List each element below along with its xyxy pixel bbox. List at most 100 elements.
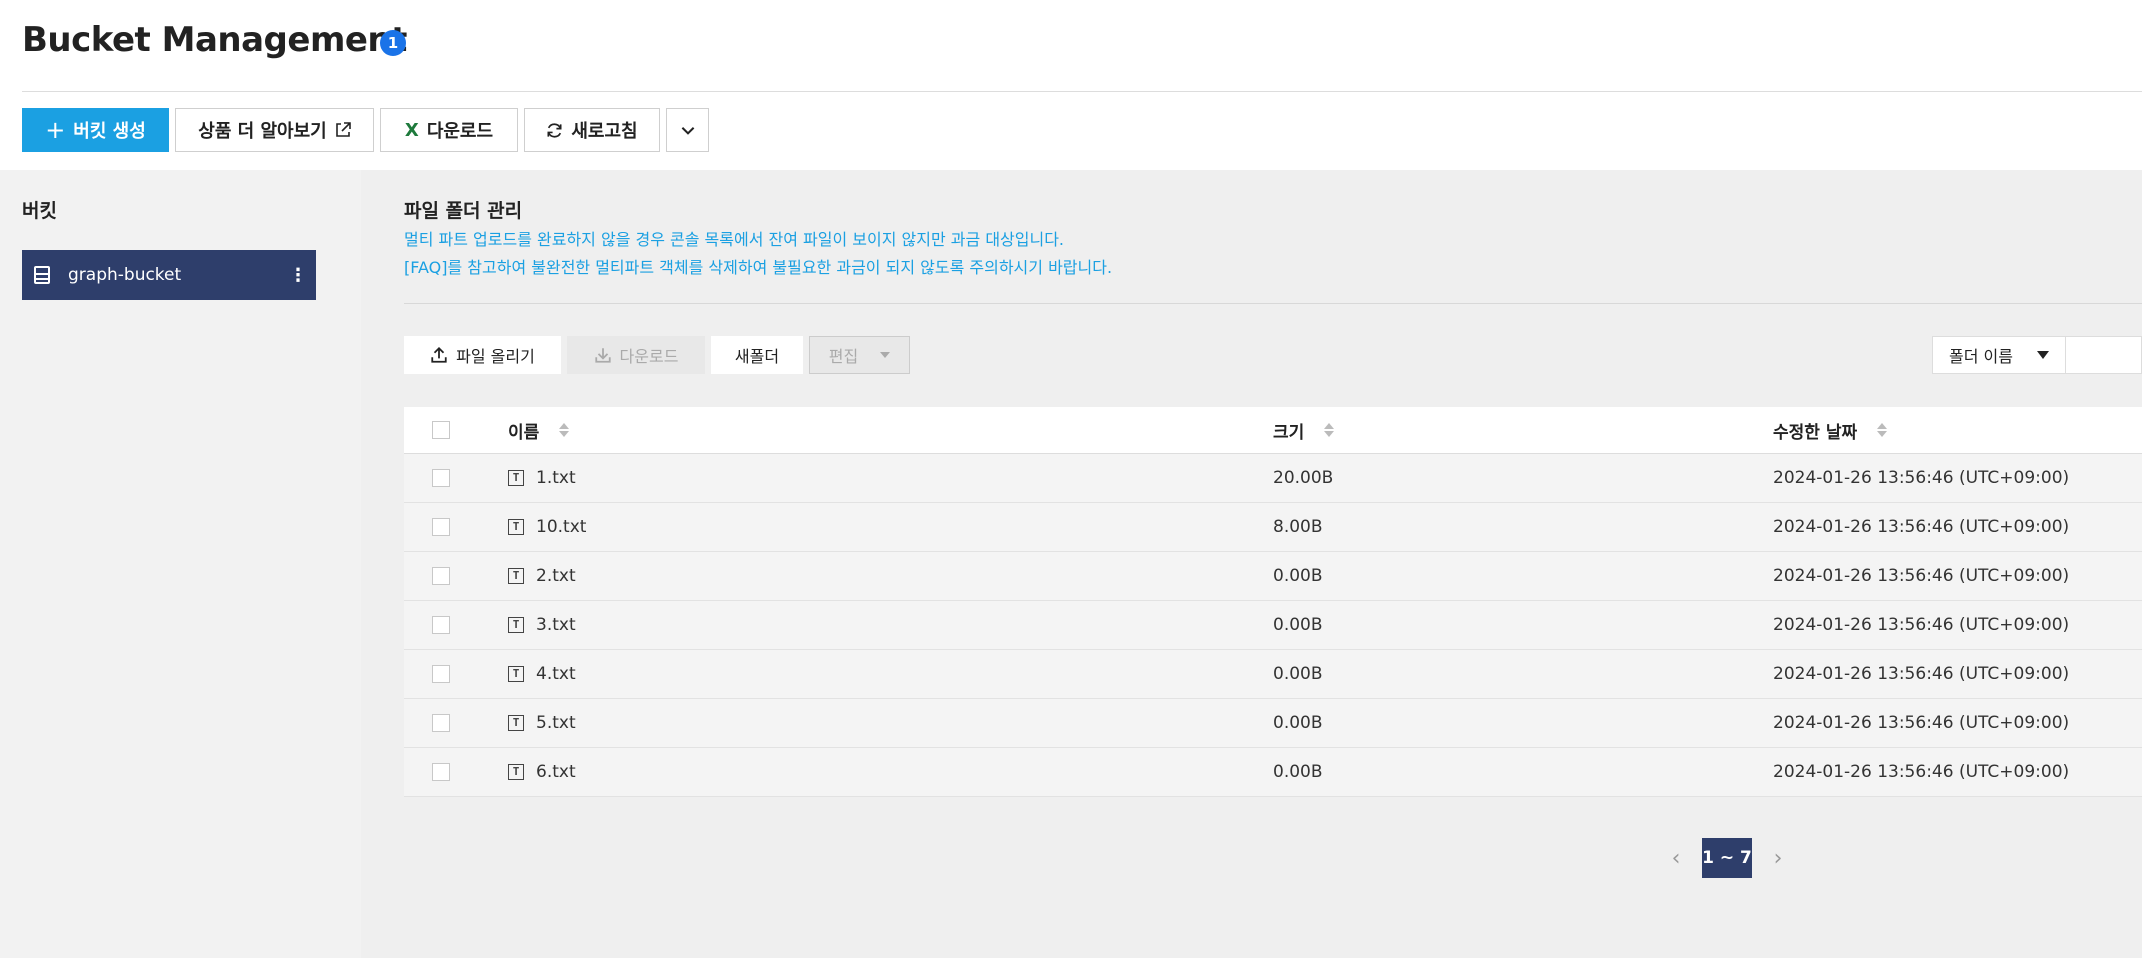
- file-name[interactable]: 3.txt: [536, 615, 576, 635]
- download-excel-button[interactable]: X 다운로드: [380, 108, 518, 152]
- storage-icon: [34, 266, 50, 284]
- sort-icon: [559, 423, 570, 437]
- kebab-menu-icon[interactable]: ⋮: [288, 265, 308, 286]
- chevron-down-icon: [681, 127, 694, 135]
- excel-icon: X: [404, 119, 419, 141]
- sort-icon: [1324, 423, 1335, 437]
- row-checkbox[interactable]: [432, 567, 450, 585]
- folder-name-select[interactable]: 폴더 이름: [1932, 336, 2066, 374]
- new-folder-button[interactable]: 새폴더: [711, 336, 803, 374]
- file-name[interactable]: 5.txt: [536, 713, 576, 733]
- folder-search-input[interactable]: [2066, 336, 2142, 374]
- sidebar-title: 버킷: [22, 200, 57, 222]
- column-modified[interactable]: 수정한 날짜: [1773, 418, 2142, 443]
- row-checkbox[interactable]: [432, 518, 450, 536]
- edit-label: 편집: [828, 347, 859, 366]
- create-bucket-label: 버킷 생성: [73, 121, 146, 142]
- create-bucket-button[interactable]: + 버킷 생성: [22, 108, 169, 152]
- upload-label: 파일 올리기: [456, 347, 535, 366]
- file-modified: 2024-01-26 13:56:46 (UTC+09:00): [1773, 713, 2070, 733]
- file-size: 0.00B: [1273, 762, 1323, 782]
- table-row[interactable]: T 5.txt 0.00B 2024-01-26 13:56:46 (UTC+09…: [404, 699, 2142, 748]
- column-size-label: 크기: [1273, 422, 1305, 443]
- external-link-icon: [335, 122, 351, 137]
- upload-icon: [431, 346, 447, 363]
- column-name[interactable]: 이름: [508, 418, 1273, 443]
- select-all-checkbox[interactable]: [432, 421, 450, 439]
- bucket-sidebar: 버킷 graph-bucket ⋮: [0, 170, 361, 958]
- text-file-icon: T: [508, 519, 524, 535]
- download-excel-label: 다운로드: [426, 121, 494, 142]
- refresh-button[interactable]: 새로고침: [524, 108, 660, 152]
- text-file-icon: T: [508, 764, 524, 780]
- text-file-icon: T: [508, 715, 524, 731]
- file-size: 0.00B: [1273, 713, 1323, 733]
- text-file-icon: T: [508, 470, 524, 486]
- notice-line-1: 멀티 파트 업로드를 완료하지 않을 경우 콘솔 목록에서 잔여 파일이 보이지…: [404, 230, 1065, 249]
- table-row[interactable]: T 10.txt 8.00B 2024-01-26 13:56:46 (UTC+0…: [404, 503, 2142, 552]
- file-modified: 2024-01-26 13:56:46 (UTC+09:00): [1773, 664, 2070, 684]
- row-checkbox[interactable]: [432, 469, 450, 487]
- notice-line-2[interactable]: [FAQ]를 참고하여 불완전한 멀티파트 객체를 삭제하여 불필요한 과금이 …: [404, 254, 1112, 278]
- table-row[interactable]: T 2.txt 0.00B 2024-01-26 13:56:46 (UTC+09…: [404, 552, 2142, 601]
- table-row[interactable]: T 1.txt 20.00B 2024-01-26 13:56:46 (UTC+0…: [404, 454, 2142, 503]
- caret-down-icon: [880, 352, 891, 358]
- info-badge[interactable]: 1: [380, 30, 406, 56]
- prev-page-icon[interactable]: ‹: [1666, 846, 1686, 871]
- upload-file-button[interactable]: 파일 올리기: [404, 336, 561, 374]
- text-file-icon: T: [508, 666, 524, 682]
- pagination: ‹ 1 ~ 7 ›: [1666, 838, 1788, 878]
- table-row[interactable]: T 3.txt 0.00B 2024-01-26 13:56:46 (UTC+09…: [404, 601, 2142, 650]
- file-name[interactable]: 6.txt: [536, 762, 576, 782]
- file-size: 0.00B: [1273, 664, 1323, 684]
- file-name[interactable]: 2.txt: [536, 566, 576, 586]
- main-toolbar: + 버킷 생성 상품 더 알아보기 X 다운로드 새로고침: [22, 108, 709, 154]
- more-options-button[interactable]: [666, 108, 709, 152]
- refresh-icon: [547, 122, 562, 138]
- file-modified: 2024-01-26 13:56:46 (UTC+09:00): [1773, 762, 2070, 782]
- next-page-icon[interactable]: ›: [1768, 846, 1788, 871]
- download-label: 다운로드: [619, 347, 679, 366]
- table-header: 이름 크기 수정한 날짜: [404, 407, 2142, 454]
- file-size: 8.00B: [1273, 517, 1323, 537]
- file-table: 이름 크기 수정한 날짜 T 1.txt 20.00B 2024-01-26 13…: [404, 407, 2142, 797]
- learn-more-button[interactable]: 상품 더 알아보기: [175, 108, 374, 152]
- row-checkbox[interactable]: [432, 665, 450, 683]
- file-modified: 2024-01-26 13:56:46 (UTC+09:00): [1773, 566, 2070, 586]
- file-folder-panel: 파일 폴더 관리 멀티 파트 업로드를 완료하지 않을 경우 콘솔 목록에서 잔…: [361, 170, 2142, 958]
- file-size: 20.00B: [1273, 468, 1334, 488]
- file-name[interactable]: 10.txt: [536, 517, 586, 537]
- current-page[interactable]: 1 ~ 7: [1702, 838, 1752, 878]
- file-size: 0.00B: [1273, 615, 1323, 635]
- download-icon: [594, 348, 611, 363]
- file-size: 0.00B: [1273, 566, 1323, 586]
- learn-more-label: 상품 더 알아보기: [198, 121, 327, 142]
- bucket-label: graph-bucket: [68, 265, 182, 285]
- sort-icon: [1877, 423, 1888, 437]
- edit-dropdown[interactable]: 편집: [809, 336, 910, 374]
- file-actions-toolbar: 파일 올리기 다운로드 새폴더 편집: [404, 336, 910, 374]
- text-file-icon: T: [508, 568, 524, 584]
- table-row[interactable]: T 4.txt 0.00B 2024-01-26 13:56:46 (UTC+09…: [404, 650, 2142, 699]
- plus-icon: +: [45, 116, 66, 144]
- file-modified: 2024-01-26 13:56:46 (UTC+09:00): [1773, 615, 2070, 635]
- row-checkbox[interactable]: [432, 714, 450, 732]
- column-name-label: 이름: [508, 422, 540, 443]
- page-title: Bucket Management: [22, 20, 407, 60]
- table-row[interactable]: T 6.txt 0.00B 2024-01-26 13:56:46 (UTC+09…: [404, 748, 2142, 797]
- file-name[interactable]: 1.txt: [536, 468, 576, 488]
- header-divider: [22, 91, 2142, 92]
- download-button[interactable]: 다운로드: [567, 336, 705, 374]
- file-modified: 2024-01-26 13:56:46 (UTC+09:00): [1773, 517, 2070, 537]
- row-checkbox[interactable]: [432, 616, 450, 634]
- row-checkbox[interactable]: [432, 763, 450, 781]
- column-modified-label: 수정한 날짜: [1773, 422, 1858, 443]
- new-folder-label: 새폴더: [734, 347, 780, 366]
- file-name[interactable]: 4.txt: [536, 664, 576, 684]
- section-divider: [404, 303, 2142, 304]
- caret-down-icon: [2037, 351, 2049, 359]
- column-size[interactable]: 크기: [1273, 418, 1773, 443]
- file-modified: 2024-01-26 13:56:46 (UTC+09:00): [1773, 468, 2070, 488]
- sidebar-item-graph-bucket[interactable]: graph-bucket ⋮: [22, 250, 316, 300]
- section-title: 파일 폴더 관리: [404, 200, 523, 222]
